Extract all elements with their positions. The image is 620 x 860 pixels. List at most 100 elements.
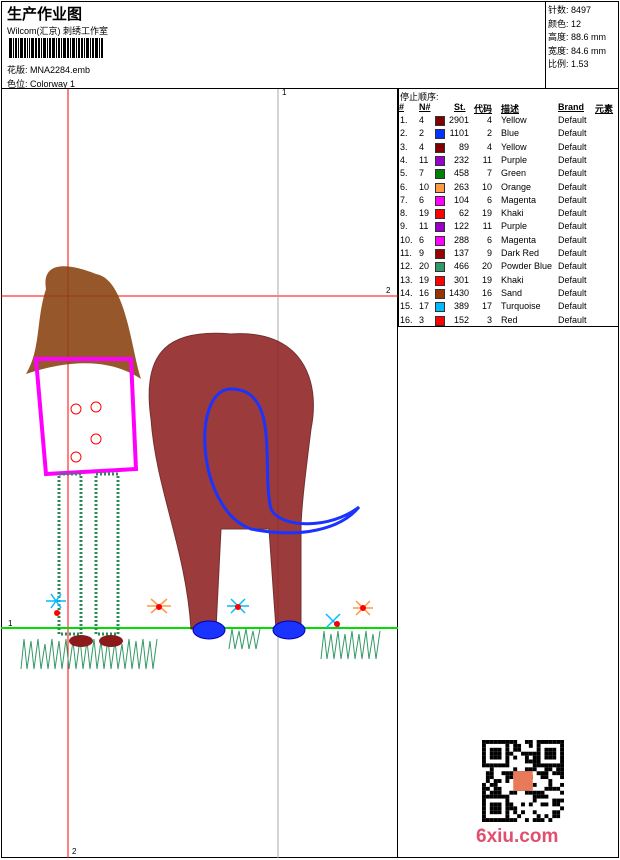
table-row: 2. 2 1101 2 Blue Default — [399, 128, 620, 141]
color-swatch — [435, 142, 445, 153]
row-brand: Default — [558, 287, 587, 298]
row-index: 9. — [400, 221, 408, 232]
row-brand: Default — [558, 141, 587, 152]
color-swatch — [435, 262, 445, 273]
info-stitches: 针数: 8497 — [548, 5, 592, 15]
row-code: 20 — [481, 261, 492, 272]
guide-label-right: 2 — [386, 286, 391, 295]
table-row: 4. 11 232 11 Purple Default — [399, 155, 620, 168]
row-index: 6. — [400, 181, 408, 192]
color-swatch — [435, 155, 445, 166]
color-swatch — [435, 249, 445, 259]
row-brand: Default — [558, 181, 587, 192]
color-swatch — [435, 169, 445, 180]
page-title: 生产作业图 — [7, 6, 83, 23]
row-needle: 4 — [419, 115, 425, 125]
row-stitches: 301 — [453, 274, 469, 285]
guide-label-top: 1 — [282, 88, 287, 97]
table-row: 9. 11 122 11 Purple Default — [399, 221, 620, 234]
row-index: 3. — [400, 141, 408, 152]
guide-label-left: 1 — [8, 619, 13, 628]
row-index: 16. — [400, 314, 413, 325]
row-brand: Default — [558, 115, 587, 125]
row-description: Magenta — [501, 234, 537, 245]
design-canvas: 1 2 2 1 — [1, 88, 398, 858]
row-stitches: 104 — [453, 194, 469, 205]
barcode — [9, 38, 119, 58]
table-row: 12. 20 466 20 Powder Blue Default — [399, 261, 620, 274]
table-row: 14. 16 1430 16 Sand Default — [399, 288, 620, 301]
row-index: 1. — [400, 115, 408, 125]
row-needle: 19 — [419, 208, 430, 219]
table-row: 3. 4 89 4 Yellow Default — [399, 142, 620, 155]
row-code: 6 — [486, 234, 492, 245]
row-description: Khaki — [501, 208, 524, 219]
row-stitches: 122 — [453, 221, 469, 232]
row-description: Sand — [501, 287, 523, 298]
info-colors: 颜色: 12 — [548, 18, 582, 29]
row-stitches: 288 — [453, 234, 469, 245]
horse — [148, 332, 361, 640]
row-needle: 11 — [419, 221, 429, 232]
row-index: 10. — [400, 234, 413, 245]
row-code: 17 — [481, 301, 492, 312]
row-needle: 17 — [419, 301, 430, 312]
row-needle: 7 — [419, 168, 425, 179]
row-code: 11 — [482, 221, 492, 232]
stop-sequence-table: 停止顺序: # N# St. 代码 描述 Brand 元素 1. 4 2901 … — [398, 89, 619, 327]
table-row: 10. 6 288 6 Magenta Default — [399, 235, 620, 248]
row-index: 5. — [400, 168, 408, 179]
row-index: 4. — [400, 154, 408, 165]
color-swatch — [435, 288, 445, 299]
row-description: Turquoise — [501, 301, 541, 312]
design-info: 针数: 8497 颜色: 12 高度: 88.6 mm 宽度: 84.6 mm … — [545, 1, 619, 89]
row-brand: Default — [558, 234, 587, 245]
row-stitches: 89 — [458, 141, 469, 152]
info-height: 高度: 88.6 mm — [548, 32, 607, 42]
row-description: Blue — [501, 128, 520, 139]
row-index: 12. — [400, 261, 413, 272]
color-swatch — [435, 302, 445, 313]
row-stitches: 2901 — [448, 115, 469, 125]
row-needle: 10 — [419, 181, 430, 192]
color-swatch — [435, 182, 445, 193]
color-swatch — [435, 129, 445, 140]
row-description: Yellow — [501, 115, 527, 125]
row-stitches: 458 — [453, 168, 469, 179]
row-description: Powder Blue — [501, 261, 553, 272]
color-swatch — [435, 222, 445, 233]
row-code: 9 — [486, 248, 492, 258]
row-brand: Default — [558, 128, 587, 139]
table-row: 7. 6 104 6 Magenta Default — [399, 195, 620, 208]
table-row: 16. 3 152 3 Red Default — [399, 315, 620, 328]
embroidery-preview — [1, 89, 398, 858]
row-stitches: 1430 — [448, 287, 469, 298]
row-code: 4 — [486, 141, 492, 152]
table-row: 1. 4 2901 4 Yellow Default — [399, 115, 620, 128]
colorway-label: 色位: — [7, 79, 28, 89]
table-header: # N# St. 代码 描述 Brand 元素 — [399, 102, 614, 114]
row-description: Orange — [501, 181, 532, 192]
row-brand: Default — [558, 261, 587, 272]
color-swatch — [435, 315, 445, 326]
design-file: 花版: MNA2284.emb — [7, 63, 90, 76]
table-row: 5. 7 458 7 Green Default — [399, 168, 620, 181]
color-swatch — [435, 209, 445, 220]
row-needle: 20 — [419, 261, 430, 272]
row-stitches: 466 — [453, 261, 469, 272]
row-code: 7 — [486, 168, 492, 179]
row-needle: 2 — [419, 128, 425, 139]
row-code: 11 — [482, 154, 492, 165]
guide-label-bottom: 2 — [72, 847, 77, 856]
row-brand: Default — [558, 248, 587, 258]
row-description: Magenta — [501, 194, 537, 205]
row-description: Purple — [501, 221, 528, 232]
row-description: Dark Red — [501, 248, 540, 258]
color-swatch — [435, 116, 445, 126]
row-index: 7. — [400, 194, 408, 205]
info-scale: 比例: 1.53 — [548, 59, 589, 69]
table-row: 11. 9 137 9 Dark Red Default — [399, 248, 620, 261]
row-brand: Default — [558, 168, 587, 179]
row-brand: Default — [558, 194, 587, 205]
row-needle: 11 — [419, 154, 429, 165]
